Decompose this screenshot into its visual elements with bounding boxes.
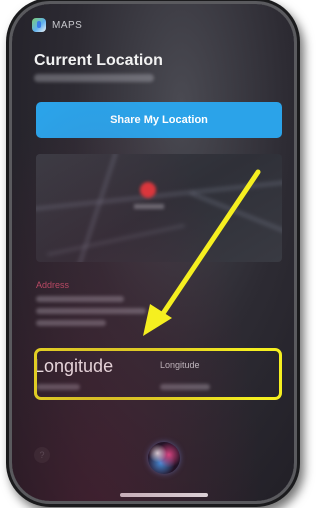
maps-app-icon xyxy=(32,18,46,32)
phone-screen: MAPS Current Location Share My Location … xyxy=(12,4,294,501)
pin-label-blurred xyxy=(134,204,164,209)
longitude-highlight-box xyxy=(34,348,282,400)
app-name: MAPS xyxy=(52,19,83,31)
help-icon[interactable]: ? xyxy=(34,447,50,463)
card-title: Current Location xyxy=(34,52,163,69)
address-line-blurred xyxy=(36,320,106,326)
location-pin-icon xyxy=(140,182,156,198)
address-line-blurred xyxy=(36,308,146,314)
address-label: Address xyxy=(36,280,70,290)
map-road xyxy=(189,191,282,240)
current-location-subtitle-blurred xyxy=(34,74,154,82)
siri-orb-icon[interactable] xyxy=(148,442,180,474)
address-line-blurred xyxy=(36,296,124,302)
share-my-location-button[interactable]: Share My Location xyxy=(36,102,282,138)
map-preview[interactable] xyxy=(36,154,282,262)
home-indicator[interactable] xyxy=(120,493,208,497)
app-header: MAPS xyxy=(32,18,82,32)
map-road xyxy=(47,224,185,256)
